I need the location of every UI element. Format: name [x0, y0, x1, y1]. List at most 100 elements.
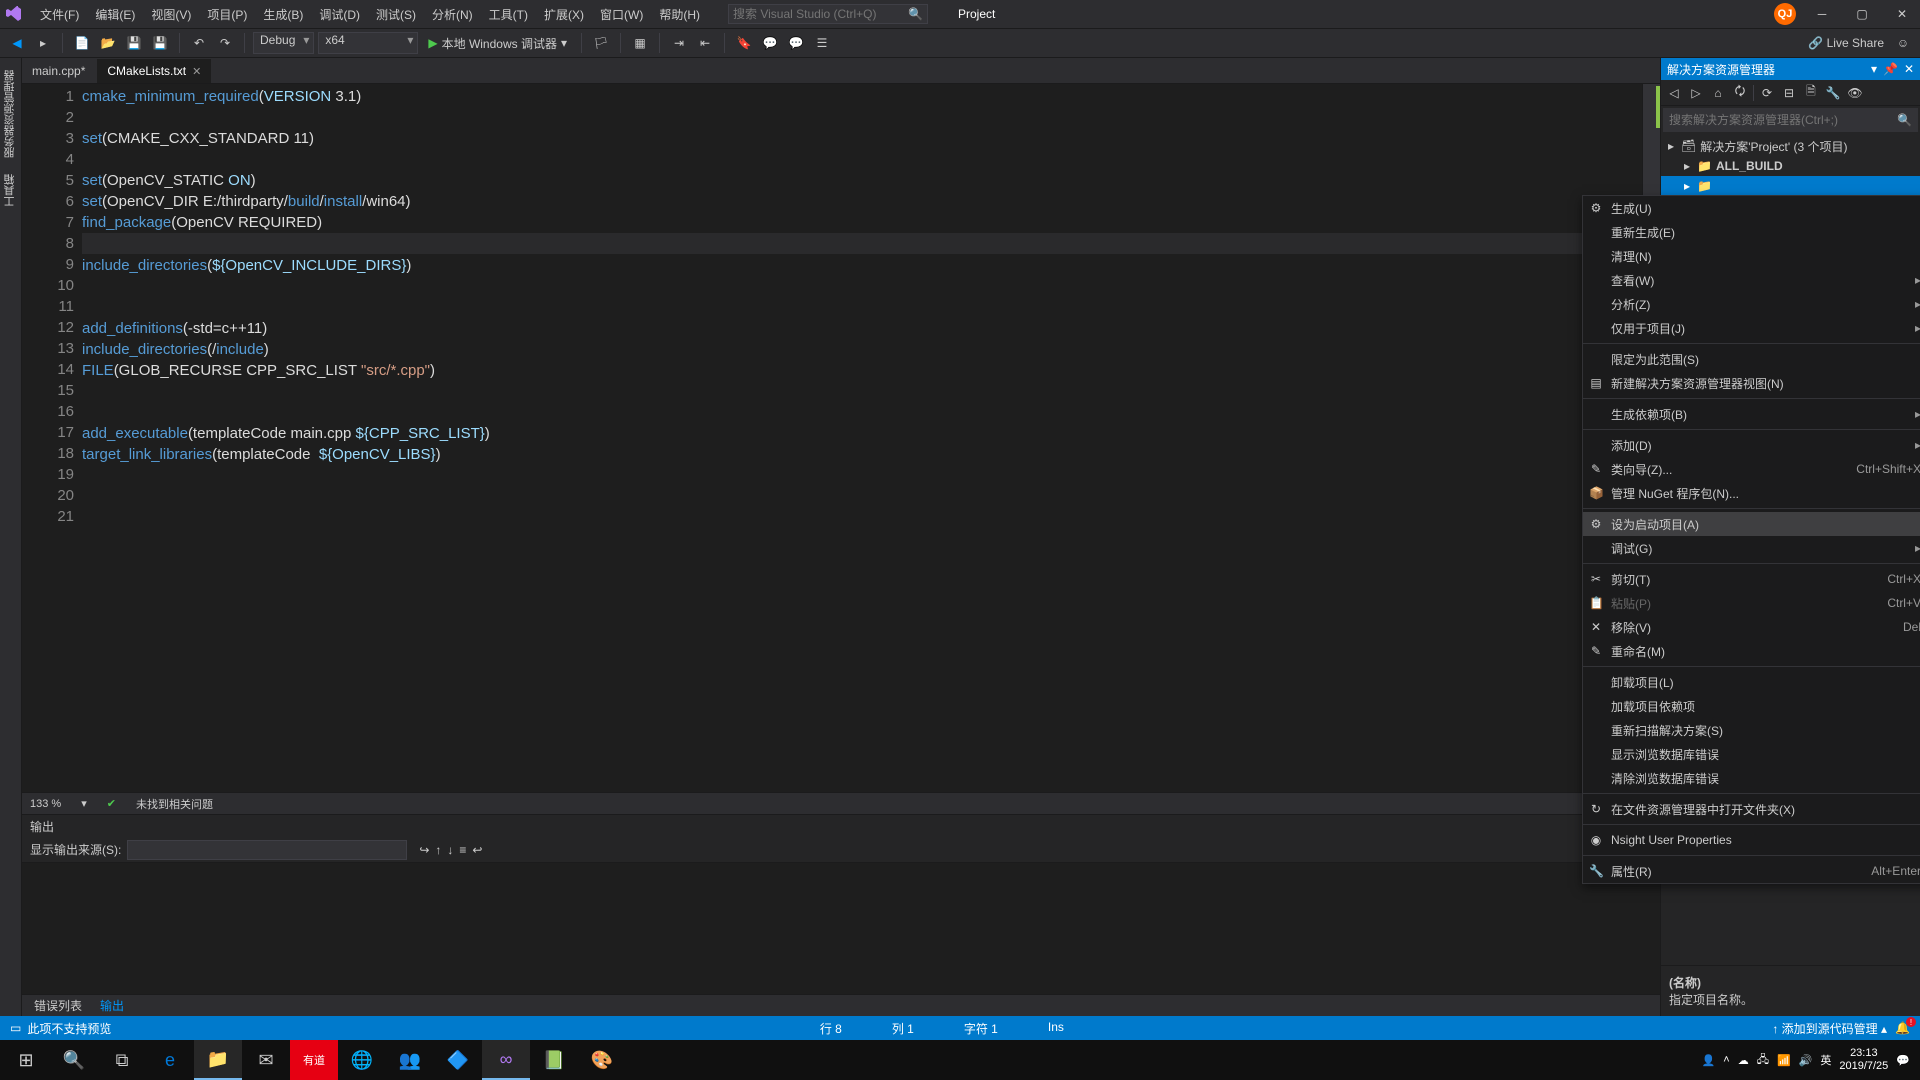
redo-icon[interactable]: ↷ — [214, 32, 236, 54]
prev-icon[interactable]: ↑ — [435, 843, 441, 857]
forward-icon[interactable]: ▷ — [1687, 84, 1705, 102]
context-menu-item[interactable]: 卸载项目(L) — [1583, 670, 1920, 694]
context-menu-item[interactable]: ✎重命名(M) — [1583, 639, 1920, 663]
sync-icon[interactable]: 🗘 — [1731, 84, 1749, 102]
solution-tree[interactable]: ▸ 🗃 解决方案'Project' (3 个项目) ▸ 📁 ALL_BUILD … — [1661, 134, 1920, 198]
youdao-icon[interactable]: 有道 — [290, 1040, 338, 1080]
quick-launch-input[interactable] — [733, 7, 908, 21]
context-menu-item[interactable]: 分析(Z)▸ — [1583, 292, 1920, 316]
project-node-allbuild[interactable]: ▸ 📁 ALL_BUILD — [1661, 156, 1920, 176]
preview-icon[interactable]: 👁 — [1846, 84, 1864, 102]
toolbox-tab[interactable]: 工具箱 — [0, 166, 21, 215]
output-source-dropdown[interactable] — [127, 840, 407, 860]
source-control-button[interactable]: ↑ 添加到源代码管理 ▴ — [1772, 1020, 1887, 1037]
menu-item[interactable]: 文件(F) — [32, 6, 87, 23]
chrome-icon[interactable]: 🌐 — [338, 1040, 386, 1080]
save-all-icon[interactable]: 💾 — [149, 32, 171, 54]
network-icon[interactable]: 🖧 — [1757, 1051, 1769, 1070]
collapse-icon[interactable]: ⊟ — [1780, 84, 1798, 102]
comment-icon[interactable]: 💬 — [759, 32, 781, 54]
configuration-dropdown[interactable]: Debug — [253, 32, 314, 54]
uncomment-icon[interactable]: 💬 — [785, 32, 807, 54]
context-menu-item[interactable]: 仅用于项目(J)▸ — [1583, 316, 1920, 340]
context-menu-item[interactable]: 调试(G)▸ — [1583, 536, 1920, 560]
indent-icon[interactable]: ⇥ — [668, 32, 690, 54]
refresh-icon[interactable]: ⟳ — [1758, 84, 1776, 102]
explorer-icon[interactable]: 📁 — [194, 1040, 242, 1080]
notifications-icon[interactable]: 🔔! — [1895, 1021, 1910, 1035]
action-center-icon[interactable]: 💬 — [1896, 1054, 1910, 1067]
context-menu-item[interactable]: ✂剪切(T)Ctrl+X — [1583, 567, 1920, 591]
properties-icon[interactable]: 🔧 — [1824, 84, 1842, 102]
user-avatar[interactable]: QJ — [1774, 3, 1796, 25]
context-menu-item[interactable]: ⚙设为启动项目(A) — [1583, 512, 1920, 536]
live-share-button[interactable]: 🔗 Live Share — [1808, 36, 1884, 50]
bookmark-icon[interactable]: 🔖 — [733, 32, 755, 54]
document-tab[interactable]: main.cpp* — [22, 59, 95, 83]
context-menu-item[interactable]: ◉Nsight User Properties — [1583, 828, 1920, 852]
context-menu-item[interactable]: 加载项目依赖项 — [1583, 694, 1920, 718]
context-menu-item[interactable]: 重新生成(E) — [1583, 220, 1920, 244]
window-position-icon[interactable]: ▾ — [1871, 62, 1877, 76]
menu-item[interactable]: 项目(P) — [199, 6, 255, 23]
open-file-icon[interactable]: 📂 — [97, 32, 119, 54]
ime-indicator[interactable]: 英 — [1820, 1052, 1831, 1068]
start-button[interactable]: ⊞ — [2, 1040, 50, 1080]
visual-studio-icon[interactable]: ∞ — [482, 1040, 530, 1080]
step-into-icon[interactable]: 🏳 — [590, 32, 612, 54]
context-menu-item[interactable]: 添加(D)▸ — [1583, 433, 1920, 457]
context-menu-item[interactable]: ✕移除(V)Del — [1583, 615, 1920, 639]
app-icon-1[interactable]: 🔷 — [434, 1040, 482, 1080]
context-menu-item[interactable]: 重新扫描解决方案(S) — [1583, 718, 1920, 742]
wrap-icon[interactable]: ↩ — [472, 843, 482, 857]
save-icon[interactable]: 💾 — [123, 32, 145, 54]
close-panel-icon[interactable]: ✕ — [1904, 62, 1914, 76]
clear-icon[interactable]: ≡ — [459, 843, 466, 857]
tray-up-icon[interactable]: ˄ — [1723, 1054, 1729, 1066]
error-list-tab[interactable]: 错误列表 — [26, 997, 90, 1014]
task-view-button[interactable]: ⧉ — [98, 1040, 146, 1080]
context-menu-item[interactable]: ✎类向导(Z)...Ctrl+Shift+X — [1583, 457, 1920, 481]
output-tab[interactable]: 输出 — [92, 997, 132, 1014]
code-content[interactable]: cmake_minimum_required(VERSION 3.1) set(… — [82, 84, 1642, 792]
menu-item[interactable]: 帮助(H) — [651, 6, 708, 23]
maximize-button[interactable]: ▢ — [1848, 7, 1876, 21]
context-menu-item[interactable]: 🔧属性(R)Alt+Enter — [1583, 859, 1920, 883]
close-tab-icon[interactable]: ✕ — [192, 65, 201, 78]
taskbar-clock[interactable]: 23:13 2019/7/25 — [1839, 1047, 1888, 1073]
context-menu-item[interactable]: ↻在文件资源管理器中打开文件夹(X) — [1583, 797, 1920, 821]
menu-item[interactable]: 编辑(E) — [87, 6, 143, 23]
menu-item[interactable]: 生成(B) — [255, 6, 311, 23]
show-all-icon[interactable]: 🗎 — [1802, 84, 1820, 102]
back-icon[interactable]: ◁ — [1665, 84, 1683, 102]
platform-dropdown[interactable]: x64 — [318, 32, 418, 54]
undo-icon[interactable]: ↶ — [188, 32, 210, 54]
chevron-down-icon[interactable]: ▾ — [81, 797, 87, 810]
minimize-button[interactable]: ─ — [1808, 7, 1836, 21]
menu-item[interactable]: 测试(S) — [368, 6, 424, 23]
toggle-icon[interactable]: ☰ — [811, 32, 833, 54]
context-menu-item[interactable]: 查看(W)▸ — [1583, 268, 1920, 292]
feedback-icon[interactable]: ☺ — [1892, 32, 1914, 54]
quick-launch-search[interactable]: 🔍 — [728, 4, 928, 24]
zoom-level[interactable]: 133 % — [30, 798, 61, 810]
system-tray[interactable]: 👤 ˄ ☁ 🖧 📶 🔊 英 23:13 2019/7/25 💬 — [1702, 1047, 1918, 1073]
new-project-icon[interactable]: 📄 — [71, 32, 93, 54]
context-menu-item[interactable]: 生成依赖项(B)▸ — [1583, 402, 1920, 426]
context-menu-item[interactable]: ⚙生成(U) — [1583, 196, 1920, 220]
app-icon-3[interactable]: 🎨 — [578, 1040, 626, 1080]
outdent-icon[interactable]: ⇤ — [694, 32, 716, 54]
teams-icon[interactable]: 👥 — [386, 1040, 434, 1080]
context-menu-item[interactable]: ▤新建解决方案资源管理器视图(N) — [1583, 371, 1920, 395]
wifi-icon[interactable]: 📶 — [1777, 1054, 1791, 1067]
context-menu-item[interactable]: 清理(N) — [1583, 244, 1920, 268]
pin-icon[interactable]: 📌 — [1883, 62, 1898, 76]
goto-icon[interactable]: ↪ — [419, 843, 429, 857]
home-icon[interactable]: ⌂ — [1709, 84, 1727, 102]
document-tab[interactable]: CMakeLists.txt✕ — [97, 59, 211, 83]
solution-node[interactable]: ▸ 🗃 解决方案'Project' (3 个项目) — [1661, 136, 1920, 156]
context-menu-item[interactable]: 清除浏览数据库错误 — [1583, 766, 1920, 790]
onedrive-icon[interactable]: ☁ — [1738, 1054, 1749, 1067]
menu-item[interactable]: 调试(D) — [311, 6, 368, 23]
close-button[interactable]: ✕ — [1888, 7, 1916, 21]
